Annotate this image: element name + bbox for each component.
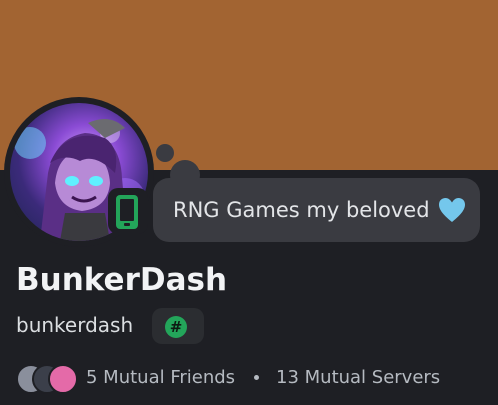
mutual-servers-link[interactable]: 13 Mutual Servers	[276, 367, 440, 388]
hashtag-badge-icon: #	[165, 316, 187, 338]
display-name: BunkerDash	[16, 262, 228, 298]
separator-dot	[254, 375, 259, 380]
custom-status-bubble[interactable]: RNG Games my beloved	[153, 178, 480, 242]
light-blue-heart-icon	[438, 198, 465, 222]
mutual-friends-link[interactable]: 5 Mutual Friends	[86, 367, 235, 388]
mobile-online-icon	[116, 195, 138, 229]
mutual-friends-avatars[interactable]	[16, 364, 78, 394]
thought-bubble-dot-small	[156, 144, 174, 162]
username: bunkerdash	[16, 313, 134, 337]
mutual-friend-avatar	[48, 364, 78, 394]
custom-status-text: RNG Games my beloved	[173, 198, 430, 222]
